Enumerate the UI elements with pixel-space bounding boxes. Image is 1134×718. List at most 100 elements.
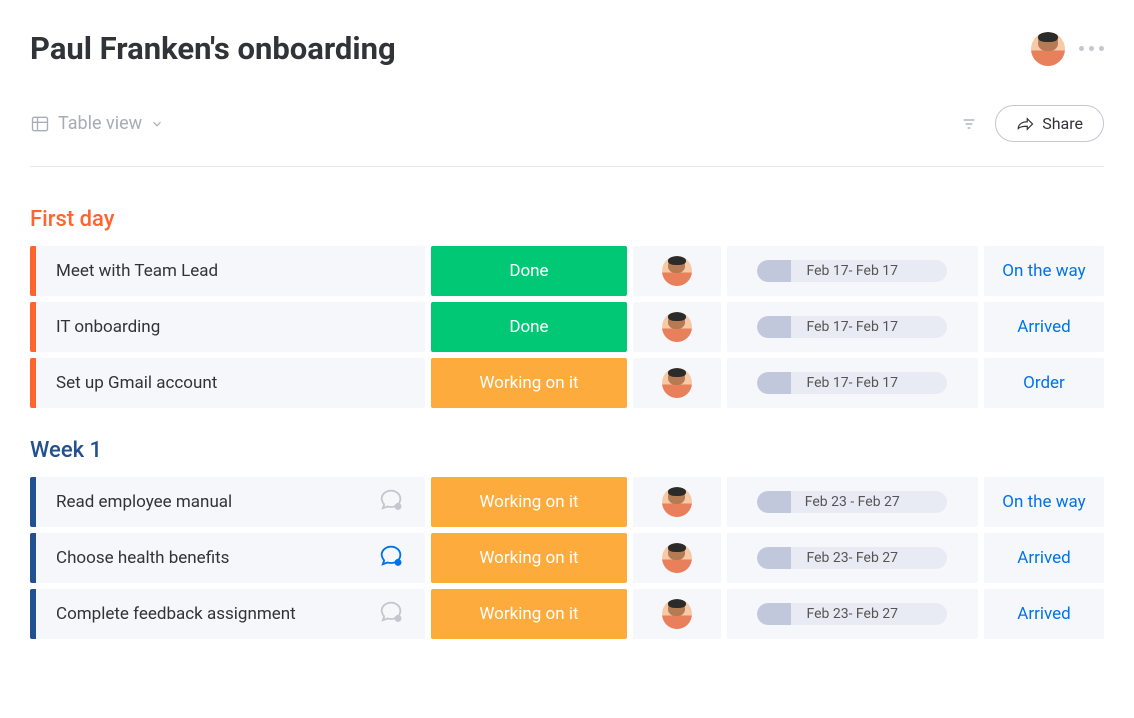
table-row: Choose health benefits Working on it Feb… xyxy=(30,533,1104,583)
task-name: Set up Gmail account xyxy=(56,373,405,393)
timeline-label: Feb 23- Feb 27 xyxy=(757,550,947,566)
table-row: Read employee manual Working on it Feb 2… xyxy=(30,477,1104,527)
person-cell[interactable] xyxy=(633,246,721,296)
status-cell[interactable]: Done xyxy=(431,302,627,352)
timeline-label: Feb 17- Feb 17 xyxy=(757,319,947,335)
table-icon xyxy=(30,114,50,134)
timeline-pill: Feb 17- Feb 17 xyxy=(757,316,947,338)
timeline-label: Feb 17- Feb 17 xyxy=(757,375,947,391)
status-cell[interactable]: Working on it xyxy=(431,533,627,583)
action-cell[interactable]: On the way xyxy=(984,477,1104,527)
action-label: Arrived xyxy=(1017,604,1070,624)
header: Paul Franken's onboarding xyxy=(30,30,1104,67)
assignee-avatar xyxy=(662,368,692,398)
task-cell[interactable]: Set up Gmail account xyxy=(30,358,425,408)
timeline-pill: Feb 23 - Feb 27 xyxy=(757,491,947,513)
group-color-bar xyxy=(30,589,36,639)
group-color-bar xyxy=(30,358,36,408)
status-cell[interactable]: Working on it xyxy=(431,589,627,639)
task-name: IT onboarding xyxy=(56,317,405,337)
status-label: Done xyxy=(509,261,548,281)
chevron-down-icon xyxy=(150,117,164,131)
status-label: Done xyxy=(509,317,548,337)
task-cell[interactable]: Choose health benefits xyxy=(30,533,425,583)
assignee-avatar xyxy=(662,543,692,573)
action-label: On the way xyxy=(1002,492,1085,512)
assignee-avatar xyxy=(662,599,692,629)
chat-icon[interactable] xyxy=(377,542,405,574)
timeline-pill: Feb 23- Feb 27 xyxy=(757,547,947,569)
timeline-cell[interactable]: Feb 23- Feb 27 xyxy=(727,589,978,639)
table-row: IT onboarding Done Feb 17- Feb 17 Arrive… xyxy=(30,302,1104,352)
action-cell[interactable]: Arrived xyxy=(984,589,1104,639)
page-title: Paul Franken's onboarding xyxy=(30,30,396,67)
filter-button[interactable] xyxy=(961,116,977,132)
status-cell[interactable]: Done xyxy=(431,246,627,296)
timeline-pill: Feb 17- Feb 17 xyxy=(757,372,947,394)
group-title[interactable]: Week 1 xyxy=(30,438,1104,463)
group-color-bar xyxy=(30,302,36,352)
group-color-bar xyxy=(30,246,36,296)
group-first-day: First day Meet with Team Lead Done Feb 1… xyxy=(30,207,1104,408)
assignee-avatar xyxy=(662,256,692,286)
share-button[interactable]: Share xyxy=(995,105,1104,142)
task-cell[interactable]: Read employee manual xyxy=(30,477,425,527)
action-cell[interactable]: Arrived xyxy=(984,533,1104,583)
person-cell[interactable] xyxy=(633,358,721,408)
share-label: Share xyxy=(1042,114,1083,133)
toolbar-right: Share xyxy=(961,105,1104,142)
chat-icon[interactable] xyxy=(377,598,405,630)
task-name: Meet with Team Lead xyxy=(56,261,405,281)
share-icon xyxy=(1016,117,1034,131)
assignee-avatar xyxy=(662,487,692,517)
timeline-cell[interactable]: Feb 23 - Feb 27 xyxy=(727,477,978,527)
user-avatar[interactable] xyxy=(1031,32,1065,66)
status-label: Working on it xyxy=(479,604,578,624)
action-label: Arrived xyxy=(1017,548,1070,568)
timeline-cell[interactable]: Feb 23- Feb 27 xyxy=(727,533,978,583)
table-row: Complete feedback assignment Working on … xyxy=(30,589,1104,639)
timeline-cell[interactable]: Feb 17- Feb 17 xyxy=(727,358,978,408)
timeline-label: Feb 23- Feb 27 xyxy=(757,606,947,622)
task-name: Choose health benefits xyxy=(56,548,377,568)
person-cell[interactable] xyxy=(633,589,721,639)
toolbar: Table view Share xyxy=(30,105,1104,167)
action-label: Arrived xyxy=(1017,317,1070,337)
timeline-label: Feb 17- Feb 17 xyxy=(757,263,947,279)
person-cell[interactable] xyxy=(633,302,721,352)
board: First day Meet with Team Lead Done Feb 1… xyxy=(30,207,1104,639)
group-color-bar xyxy=(30,477,36,527)
group-color-bar xyxy=(30,533,36,583)
timeline-cell[interactable]: Feb 17- Feb 17 xyxy=(727,302,978,352)
status-label: Working on it xyxy=(479,492,578,512)
task-cell[interactable]: Meet with Team Lead xyxy=(30,246,425,296)
status-cell[interactable]: Working on it xyxy=(431,477,627,527)
timeline-pill: Feb 17- Feb 17 xyxy=(757,260,947,282)
timeline-cell[interactable]: Feb 17- Feb 17 xyxy=(727,246,978,296)
timeline-pill: Feb 23- Feb 27 xyxy=(757,603,947,625)
action-cell[interactable]: Order xyxy=(984,358,1104,408)
more-options-button[interactable] xyxy=(1079,46,1104,51)
group-title[interactable]: First day xyxy=(30,207,1104,232)
task-cell[interactable]: Complete feedback assignment xyxy=(30,589,425,639)
timeline-label: Feb 23 - Feb 27 xyxy=(757,494,947,510)
header-right xyxy=(1031,32,1104,66)
table-row: Set up Gmail account Working on it Feb 1… xyxy=(30,358,1104,408)
status-cell[interactable]: Working on it xyxy=(431,358,627,408)
action-label: Order xyxy=(1023,373,1065,393)
table-row: Meet with Team Lead Done Feb 17- Feb 17 … xyxy=(30,246,1104,296)
task-cell[interactable]: IT onboarding xyxy=(30,302,425,352)
chat-icon[interactable] xyxy=(377,486,405,518)
view-label: Table view xyxy=(58,113,142,134)
action-label: On the way xyxy=(1002,261,1085,281)
view-switcher[interactable]: Table view xyxy=(30,113,164,134)
action-cell[interactable]: On the way xyxy=(984,246,1104,296)
status-label: Working on it xyxy=(479,373,578,393)
task-name: Read employee manual xyxy=(56,492,377,512)
action-cell[interactable]: Arrived xyxy=(984,302,1104,352)
status-label: Working on it xyxy=(479,548,578,568)
filter-icon xyxy=(961,116,977,132)
task-name: Complete feedback assignment xyxy=(56,604,377,624)
person-cell[interactable] xyxy=(633,477,721,527)
person-cell[interactable] xyxy=(633,533,721,583)
